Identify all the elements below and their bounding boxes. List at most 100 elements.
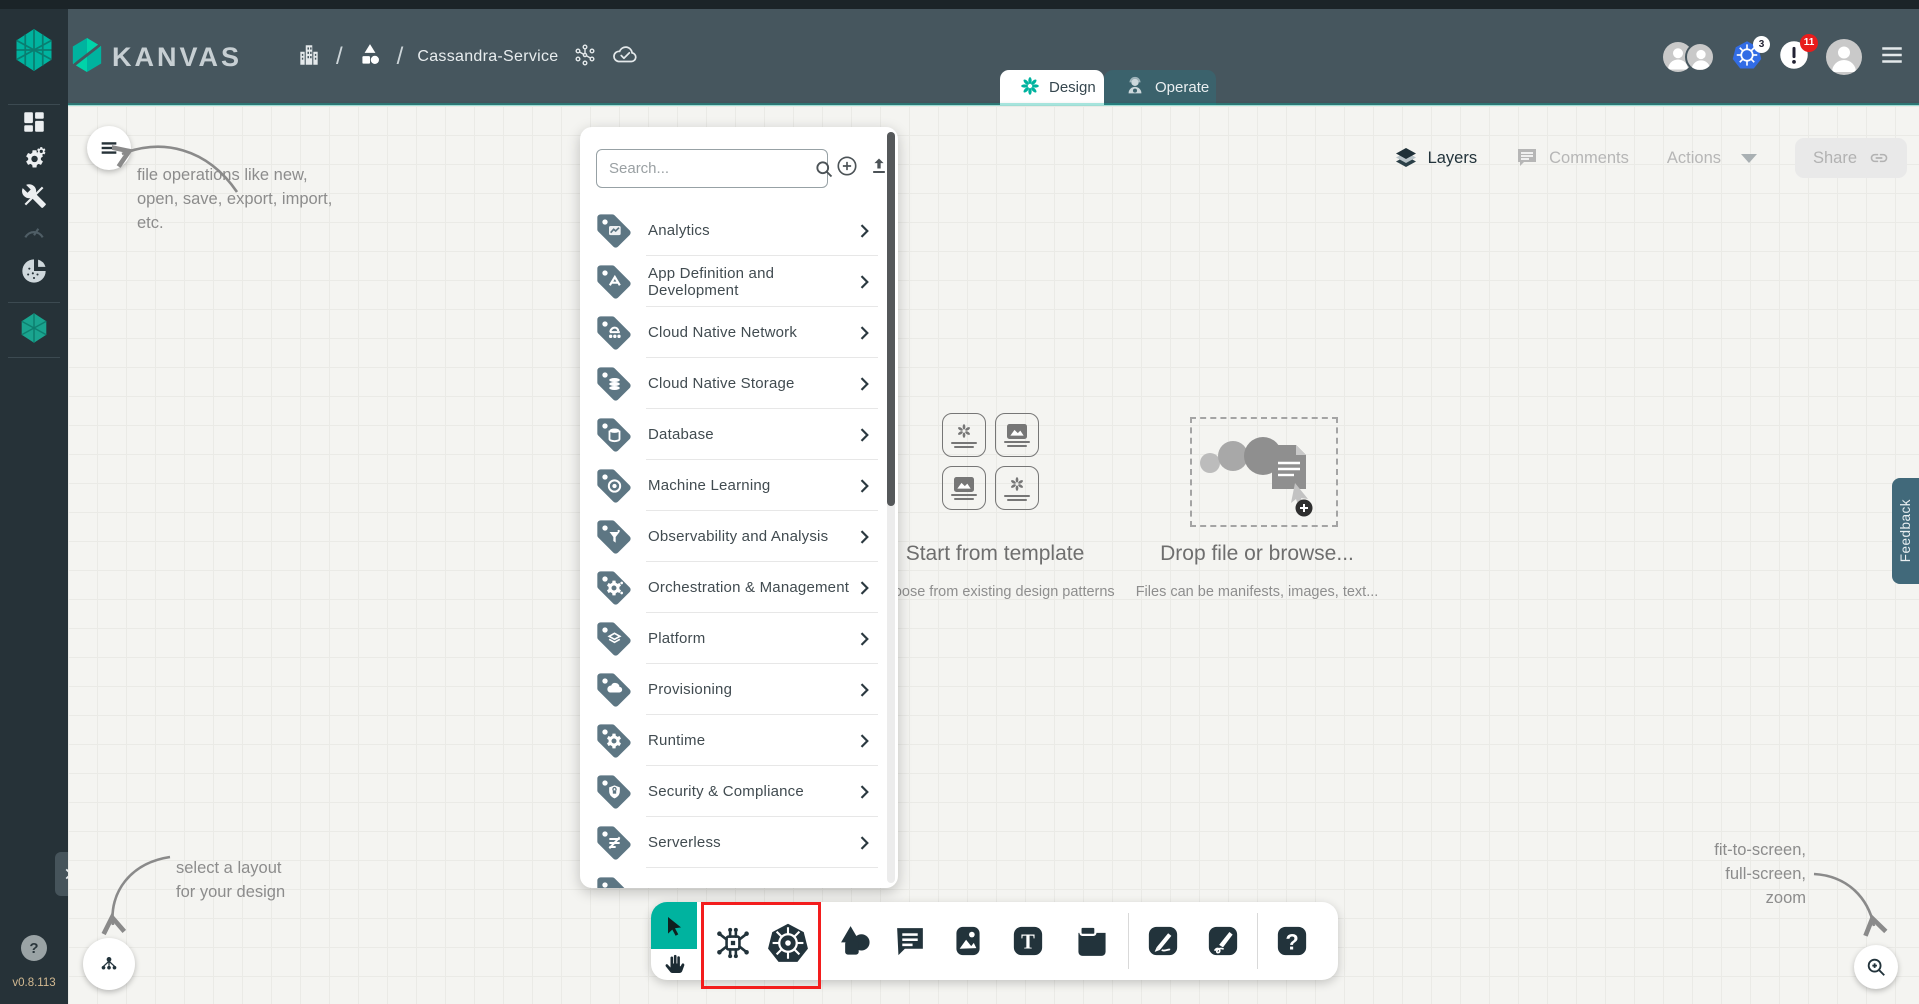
chevron-right-icon bbox=[854, 680, 874, 700]
app-header: KANVAS / / Cassandra-Ser bbox=[68, 9, 1919, 105]
sidebar-item-dashboard[interactable] bbox=[0, 109, 68, 135]
note-tool[interactable] bbox=[1073, 922, 1111, 960]
share-button[interactable]: Share bbox=[1795, 138, 1907, 178]
dropzone-title[interactable]: Drop file or browse... bbox=[1132, 542, 1382, 566]
shapes-tool[interactable] bbox=[837, 922, 875, 960]
image-icon bbox=[1007, 424, 1027, 439]
text-tool[interactable]: T bbox=[1009, 922, 1047, 960]
organization-icon[interactable] bbox=[296, 42, 322, 73]
help-tool[interactable]: ? bbox=[1273, 922, 1311, 960]
designs-icon[interactable] bbox=[357, 42, 383, 73]
design-name[interactable]: Cassandra-Service bbox=[417, 48, 558, 66]
annotation-layout: select a layout for your design bbox=[176, 856, 285, 904]
sidebar-item-extensions[interactable] bbox=[0, 257, 68, 285]
notifications-count-badge: 11 bbox=[1800, 34, 1818, 52]
collaborator-avatar-icon bbox=[1685, 42, 1715, 72]
category-row-app-definition[interactable]: App Definition and Development bbox=[580, 256, 884, 307]
svg-text:T: T bbox=[1021, 932, 1035, 954]
category-label: Platform bbox=[634, 630, 854, 647]
tab-design[interactable]: Design bbox=[1000, 70, 1104, 105]
category-row-database[interactable]: Database bbox=[580, 409, 884, 460]
kubernetes-context-button[interactable]: 3 bbox=[1732, 40, 1762, 75]
select-tool[interactable] bbox=[651, 902, 697, 949]
chevron-right-icon bbox=[854, 833, 874, 853]
category-row-provisioning[interactable]: Provisioning bbox=[580, 664, 884, 715]
category-row-cloud-native-storage[interactable]: Cloud Native Storage bbox=[580, 358, 884, 409]
actions-dropdown[interactable]: Actions bbox=[1667, 149, 1757, 168]
comments-button[interactable]: Comments bbox=[1515, 146, 1629, 170]
feedback-tab[interactable]: Feedback bbox=[1892, 478, 1919, 584]
swirl-icon bbox=[955, 422, 973, 440]
tab-operate[interactable]: Operate bbox=[1104, 70, 1216, 105]
category-row-machine-learning[interactable]: Machine Learning bbox=[580, 460, 884, 511]
category-label: Cloud Native Network bbox=[634, 324, 854, 341]
zoom-button[interactable] bbox=[1854, 945, 1898, 989]
sidebar-item-kanvas[interactable] bbox=[0, 312, 68, 344]
category-row-cloud-native-network[interactable]: Cloud Native Network bbox=[580, 307, 884, 358]
category-row-platform[interactable]: Platform bbox=[580, 613, 884, 664]
category-tag-icon bbox=[594, 466, 634, 506]
sidebar-item-configuration[interactable] bbox=[0, 183, 68, 209]
image-tool[interactable] bbox=[949, 922, 987, 960]
category-row-security[interactable]: Security & Compliance bbox=[580, 766, 884, 817]
chevron-down-icon bbox=[1741, 154, 1757, 163]
doodle-tool[interactable] bbox=[1204, 922, 1242, 960]
mesh-sync-icon[interactable] bbox=[573, 43, 597, 72]
category-row-serverless[interactable]: Serverless bbox=[580, 817, 884, 868]
palette-scrollbar-thumb[interactable] bbox=[887, 132, 895, 506]
layout-selector-button[interactable] bbox=[83, 938, 135, 990]
help-button[interactable]: ? bbox=[21, 935, 47, 961]
header-right-cluster: 3 11 bbox=[1663, 9, 1905, 105]
kanvas-logo[interactable]: KANVAS bbox=[70, 9, 242, 105]
add-component-icon[interactable] bbox=[836, 155, 858, 182]
alert-icon bbox=[1779, 57, 1809, 74]
cursor-icon bbox=[662, 914, 686, 938]
cloud-sync-status-icon[interactable] bbox=[611, 43, 639, 72]
import-upload-icon[interactable] bbox=[869, 156, 889, 181]
meshery-logo-icon[interactable] bbox=[0, 27, 68, 73]
collaborator-avatars[interactable] bbox=[1663, 42, 1715, 72]
user-avatar[interactable] bbox=[1826, 39, 1862, 75]
search-input[interactable] bbox=[597, 160, 814, 177]
component-shapes-tool[interactable] bbox=[713, 923, 753, 968]
start-from-template-title[interactable]: Start from template bbox=[870, 542, 1120, 566]
notifications-button[interactable]: 11 bbox=[1779, 40, 1809, 75]
category-label: Provisioning bbox=[634, 681, 854, 698]
category-row-analytics[interactable]: Analytics bbox=[580, 205, 884, 256]
breadcrumb-separator: / bbox=[397, 43, 404, 71]
chevron-right-icon bbox=[854, 272, 874, 292]
category-tag-icon bbox=[594, 823, 634, 863]
category-tag-icon bbox=[594, 874, 634, 889]
sidebar-item-performance[interactable] bbox=[0, 219, 68, 245]
swirl-icon bbox=[1008, 475, 1026, 493]
start-from-template-thumbnails[interactable] bbox=[942, 413, 1039, 510]
category-label: Cloud Native Storage bbox=[634, 375, 854, 392]
hand-icon bbox=[662, 953, 686, 977]
category-list: Analytics App Definition and Development… bbox=[580, 205, 884, 888]
chevron-right-icon bbox=[854, 425, 874, 445]
category-tag-icon bbox=[594, 772, 634, 812]
actions-label: Actions bbox=[1667, 149, 1721, 168]
zoom-in-icon bbox=[1865, 956, 1887, 978]
category-row-observability[interactable]: Observability and Analysis bbox=[580, 511, 884, 562]
pen-tool[interactable] bbox=[1144, 922, 1182, 960]
file-dropzone[interactable] bbox=[1190, 417, 1338, 527]
category-row-partial[interactable] bbox=[580, 868, 884, 888]
kubernetes-tool[interactable] bbox=[767, 922, 809, 969]
category-label: App Definition and Development bbox=[634, 265, 854, 299]
canvas-menu-button[interactable] bbox=[87, 126, 131, 170]
toolbar-divider bbox=[1128, 913, 1129, 969]
category-row-runtime[interactable]: Runtime bbox=[580, 715, 884, 766]
chevron-right-icon bbox=[854, 578, 874, 598]
category-tag-icon bbox=[594, 619, 634, 659]
pan-tool[interactable] bbox=[659, 951, 689, 978]
sidebar-item-lifecycle[interactable] bbox=[0, 146, 68, 174]
component-palette-panel: Analytics App Definition and Development… bbox=[580, 127, 898, 888]
category-row-orchestration[interactable]: Orchestration & Management bbox=[580, 562, 884, 613]
comment-tool[interactable] bbox=[891, 922, 929, 960]
category-label: Analytics bbox=[634, 222, 854, 239]
layers-button[interactable]: Layers bbox=[1394, 146, 1478, 170]
header-menu-button[interactable] bbox=[1879, 42, 1905, 73]
chevron-right-icon bbox=[854, 731, 874, 751]
bottom-toolbar: T ? bbox=[651, 902, 1338, 980]
